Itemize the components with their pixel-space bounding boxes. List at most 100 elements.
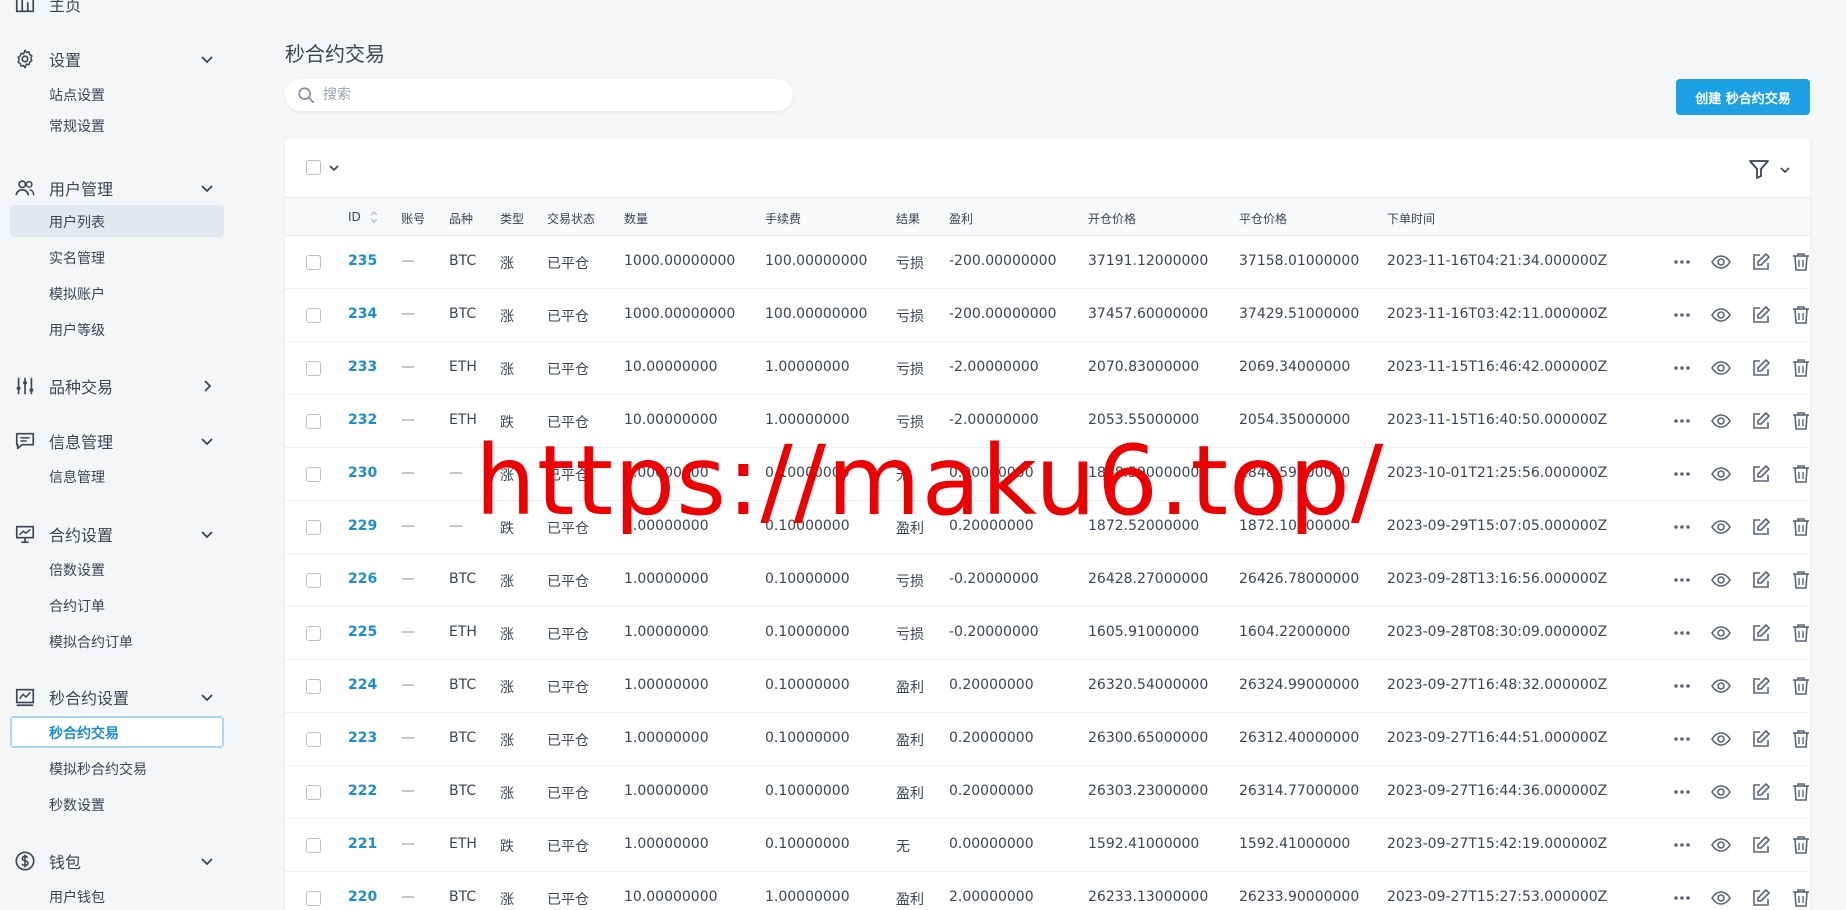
sidebar-group-7[interactable]: 钱包: [0, 845, 236, 875]
column-header[interactable]: 类型: [500, 210, 524, 227]
sidebar-item[interactable]: 秒合约交易: [10, 716, 224, 748]
delete-trash-icon[interactable]: [1790, 357, 1810, 379]
delete-trash-icon[interactable]: [1790, 463, 1810, 485]
table-row[interactable]: 233 — ETH 涨 已平仓 10.00000000 1.00000000 亏损 -2.000…: [285, 342, 1810, 395]
view-eye-icon[interactable]: [1710, 675, 1732, 697]
sidebar-item[interactable]: 常规设置: [10, 109, 224, 141]
more-icon[interactable]: [1671, 728, 1693, 750]
row-id-link[interactable]: 222: [348, 783, 377, 799]
more-icon[interactable]: [1671, 516, 1693, 538]
edit-icon[interactable]: [1750, 675, 1772, 697]
row-checkbox[interactable]: [306, 467, 321, 482]
sidebar-item[interactable]: 模拟合约订单: [10, 625, 224, 657]
sidebar-item[interactable]: 秒数设置: [10, 788, 224, 820]
row-id-link[interactable]: 235: [348, 253, 377, 269]
column-header[interactable]: 平仓价格: [1239, 210, 1287, 227]
more-icon[interactable]: [1671, 834, 1693, 856]
more-icon[interactable]: [1671, 304, 1693, 326]
delete-trash-icon[interactable]: [1790, 569, 1810, 591]
row-checkbox[interactable]: [306, 679, 321, 694]
search-box[interactable]: [285, 79, 793, 111]
row-checkbox[interactable]: [306, 573, 321, 588]
row-checkbox[interactable]: [306, 785, 321, 800]
row-id-link[interactable]: 234: [348, 306, 377, 322]
delete-trash-icon[interactable]: [1790, 304, 1810, 326]
table-row[interactable]: 221 — ETH 跌 已平仓 1.00000000 0.10000000 无 0.000000…: [285, 819, 1810, 872]
sidebar-group-0[interactable]: 主页: [0, 0, 236, 18]
sidebar-item[interactable]: 合约订单: [10, 589, 224, 621]
edit-icon[interactable]: [1750, 516, 1772, 538]
table-row[interactable]: 225 — ETH 涨 已平仓 1.00000000 0.10000000 亏损 -0.2000…: [285, 607, 1810, 660]
edit-icon[interactable]: [1750, 304, 1772, 326]
edit-icon[interactable]: [1750, 887, 1772, 909]
view-eye-icon[interactable]: [1710, 569, 1732, 591]
sidebar-item[interactable]: 站点设置: [10, 78, 224, 110]
delete-trash-icon[interactable]: [1790, 728, 1810, 750]
delete-trash-icon[interactable]: [1790, 516, 1810, 538]
sidebar-item[interactable]: 模拟秒合约交易: [10, 752, 224, 784]
row-checkbox[interactable]: [306, 255, 321, 270]
column-header[interactable]: 结果: [896, 210, 920, 227]
column-header[interactable]: 下单时间: [1387, 210, 1435, 227]
sidebar-item[interactable]: 用户钱包: [10, 880, 224, 910]
sidebar-item[interactable]: 倍数设置: [10, 553, 224, 585]
edit-icon[interactable]: [1750, 728, 1772, 750]
column-header[interactable]: ID: [348, 210, 361, 224]
row-checkbox[interactable]: [306, 414, 321, 429]
view-eye-icon[interactable]: [1710, 516, 1732, 538]
sidebar-group-3[interactable]: 品种交易: [0, 370, 236, 400]
row-id-link[interactable]: 232: [348, 412, 377, 428]
row-id-link[interactable]: 224: [348, 677, 377, 693]
edit-icon[interactable]: [1750, 569, 1772, 591]
column-header[interactable]: 品种: [449, 210, 473, 227]
edit-icon[interactable]: [1750, 251, 1772, 273]
table-row[interactable]: 230 — — 涨 已平仓 1.00000000 0.10000000 无 0.00000000…: [285, 448, 1810, 501]
sidebar-item[interactable]: 用户列表: [10, 205, 224, 237]
more-icon[interactable]: [1671, 622, 1693, 644]
view-eye-icon[interactable]: [1710, 357, 1732, 379]
row-checkbox[interactable]: [306, 361, 321, 376]
table-row[interactable]: 223 — BTC 涨 已平仓 1.00000000 0.10000000 盈利 0.20000…: [285, 713, 1810, 766]
view-eye-icon[interactable]: [1710, 410, 1732, 432]
sidebar-item[interactable]: 实名管理: [10, 241, 224, 273]
delete-trash-icon[interactable]: [1790, 251, 1810, 273]
chevron-down-icon[interactable]: [328, 162, 340, 174]
edit-icon[interactable]: [1750, 622, 1772, 644]
row-id-link[interactable]: 229: [348, 518, 377, 534]
table-row[interactable]: 220 — BTC 涨 已平仓 10.00000000 1.00000000 盈利 2.0000…: [285, 872, 1810, 910]
table-row[interactable]: 226 — BTC 涨 已平仓 1.00000000 0.10000000 亏损 -0.2000…: [285, 554, 1810, 607]
select-all-checkbox[interactable]: [306, 160, 321, 175]
edit-icon[interactable]: [1750, 781, 1772, 803]
delete-trash-icon[interactable]: [1790, 410, 1810, 432]
row-id-link[interactable]: 233: [348, 359, 377, 375]
more-icon[interactable]: [1671, 251, 1693, 273]
sidebar-item[interactable]: 用户等级: [10, 313, 224, 345]
view-eye-icon[interactable]: [1710, 304, 1732, 326]
view-eye-icon[interactable]: [1710, 622, 1732, 644]
delete-trash-icon[interactable]: [1790, 887, 1810, 909]
row-id-link[interactable]: 220: [348, 889, 377, 905]
table-row[interactable]: 222 — BTC 涨 已平仓 1.00000000 0.10000000 盈利 0.20000…: [285, 766, 1810, 819]
row-checkbox[interactable]: [306, 308, 321, 323]
create-button[interactable]: 创建 秒合约交易: [1676, 79, 1810, 115]
column-header[interactable]: 交易状态: [547, 210, 595, 227]
edit-icon[interactable]: [1750, 834, 1772, 856]
table-row[interactable]: 232 — ETH 跌 已平仓 10.00000000 1.00000000 亏损 -2.000…: [285, 395, 1810, 448]
column-header[interactable]: 手续费: [765, 210, 801, 227]
delete-trash-icon[interactable]: [1790, 622, 1810, 644]
view-eye-icon[interactable]: [1710, 728, 1732, 750]
more-icon[interactable]: [1671, 569, 1693, 591]
view-eye-icon[interactable]: [1710, 834, 1732, 856]
delete-trash-icon[interactable]: [1790, 834, 1810, 856]
table-row[interactable]: 224 — BTC 涨 已平仓 1.00000000 0.10000000 盈利 0.20000…: [285, 660, 1810, 713]
column-header[interactable]: 开仓价格: [1088, 210, 1136, 227]
table-row[interactable]: 234 — BTC 涨 已平仓 1000.00000000 100.00000000 亏损 -2…: [285, 289, 1810, 342]
more-icon[interactable]: [1671, 781, 1693, 803]
edit-icon[interactable]: [1750, 463, 1772, 485]
row-checkbox[interactable]: [306, 520, 321, 535]
row-checkbox[interactable]: [306, 838, 321, 853]
row-id-link[interactable]: 223: [348, 730, 377, 746]
more-icon[interactable]: [1671, 357, 1693, 379]
sort-icon[interactable]: [369, 209, 379, 225]
delete-trash-icon[interactable]: [1790, 675, 1810, 697]
